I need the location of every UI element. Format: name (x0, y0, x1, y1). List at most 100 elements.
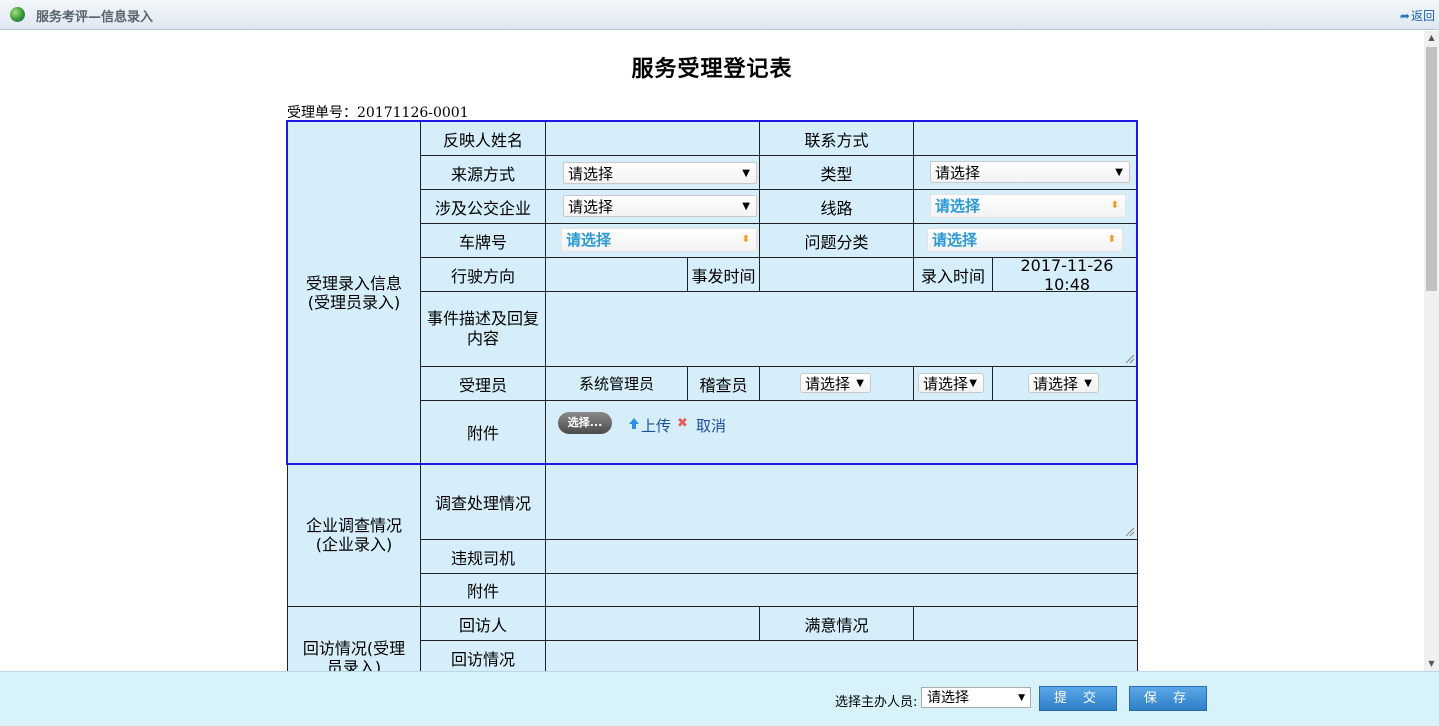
label-entry-time: 录入时间 (914, 258, 993, 292)
choose-file-button[interactable]: 选择... (558, 412, 612, 434)
upload-icon-stem (632, 424, 636, 429)
problem-category-cell: 请选择 ⬍ (914, 224, 1138, 258)
inspector-select-3-value: 请选择 (1033, 375, 1079, 393)
plate-select-value: 请选择 (566, 231, 612, 249)
label-satisfaction: 满意情况 (760, 607, 914, 641)
label-handler: 受理员 (421, 367, 546, 401)
caret-down-icon: ▼ (742, 201, 750, 212)
caret-down-icon: ▼ (856, 378, 864, 389)
label-route: 线路 (760, 190, 914, 224)
source-select[interactable]: 请选择 ▼ (563, 162, 757, 184)
back-label: 返回 (1410, 9, 1435, 23)
inspector-select-1-value: 请选择 (805, 375, 851, 393)
label-type: 类型 (760, 156, 914, 190)
contact-input[interactable] (914, 121, 1138, 156)
section-label-visit: 回访情况(受理员录入) (287, 607, 421, 671)
source-cell: 请选择 ▼ (546, 156, 760, 190)
window-titlebar: 服务考评—信息录入 ➦返回 (0, 0, 1439, 30)
company-cell: 请选择 ▼ (546, 190, 760, 224)
submit-button[interactable]: 提 交 (1039, 686, 1117, 711)
visit-status-input[interactable] (546, 641, 1138, 671)
caret-down-icon: ▼ (1115, 167, 1123, 178)
handler-value: 系统管理员 (546, 367, 688, 401)
investigation-textarea[interactable] (546, 464, 1138, 540)
updown-icon: ⬍ (741, 234, 750, 245)
section-label-accept: 受理录入信息(受理员录入) (287, 121, 421, 464)
route-select-value: 请选择 (935, 197, 981, 215)
host-person-select[interactable]: 请选择 ▼ (921, 687, 1031, 708)
caret-down-icon: ▼ (969, 378, 977, 389)
resize-grip-icon (1126, 355, 1134, 363)
label-incident-time: 事发时间 (688, 258, 760, 292)
globe-icon (10, 7, 25, 22)
label-company: 涉及公交企业 (421, 190, 546, 224)
incident-time-input[interactable] (760, 258, 914, 292)
label-inspector: 稽查员 (688, 367, 760, 401)
problem-category-select-value: 请选择 (932, 231, 978, 249)
resize-grip-icon (1126, 528, 1134, 536)
receipt-number: 受理单号：20171126-0001 (287, 105, 469, 121)
direction-input[interactable] (546, 258, 688, 292)
page-title: 服务受理登记表 (631, 56, 793, 82)
description-textarea-box (546, 292, 1136, 365)
label-plate: 车牌号 (421, 224, 546, 258)
scroll-down-icon[interactable]: ▼ (1424, 657, 1439, 671)
source-select-value: 请选择 (568, 165, 614, 183)
updown-icon: ⬍ (1107, 234, 1116, 245)
satisfaction-input[interactable] (914, 607, 1138, 641)
route-select[interactable]: 请选择 ⬍ (930, 194, 1126, 218)
section-accept-text: 受理录入信息(受理员录入) (305, 273, 402, 312)
label-reporter-name: 反映人姓名 (421, 121, 546, 156)
host-person-select-value: 请选择 (927, 690, 969, 706)
type-select[interactable]: 请选择 ▼ (930, 161, 1130, 183)
host-person-label: 选择主办人员: (835, 695, 918, 710)
inspector-select-2[interactable]: 请选择 ▼ (918, 373, 984, 393)
company-select[interactable]: 请选择 ▼ (563, 195, 757, 217)
scroll-up-icon[interactable]: ▲ (1424, 31, 1439, 45)
label-visit-status: 回访情况 (421, 641, 546, 671)
investigation-textarea-box (546, 464, 1136, 538)
label-attachment-2: 附件 (421, 574, 546, 607)
footer-bar: 选择主办人员: 请选择 ▼ 提 交 保 存 (0, 671, 1439, 726)
back-arrow-icon: ➦ (1399, 9, 1410, 23)
attachment-cell: 选择... 上传 ✖ 取消 (546, 401, 1138, 464)
violating-driver-input[interactable] (546, 540, 1138, 574)
type-cell: 请选择 ▼ (914, 156, 1138, 190)
inspector-select-1[interactable]: 请选择 ▼ (800, 373, 871, 393)
label-attachment: 附件 (421, 401, 546, 464)
label-contact: 联系方式 (760, 121, 914, 156)
cancel-icon: ✖ (677, 416, 688, 431)
problem-category-select[interactable]: 请选择 ⬍ (927, 228, 1123, 252)
description-textarea[interactable] (546, 292, 1138, 367)
scroll-thumb[interactable] (1426, 47, 1437, 291)
route-cell: 请选择 ⬍ (914, 190, 1138, 224)
save-button[interactable]: 保 存 (1129, 686, 1207, 711)
label-visitor: 回访人 (421, 607, 546, 641)
label-description: 事件描述及回复内容 (421, 292, 546, 367)
caret-down-icon: ▼ (1084, 378, 1092, 389)
upload-link[interactable]: 上传 (641, 415, 671, 436)
label-description-text: 事件描述及回复内容 (426, 309, 539, 348)
window-title: 服务考评—信息录入 (36, 10, 154, 25)
inspector-select-3[interactable]: 请选择 ▼ (1028, 373, 1099, 393)
label-problem-category: 问题分类 (760, 224, 914, 258)
inspector-cell-3: 请选择 ▼ (993, 367, 1138, 401)
updown-icon: ⬍ (1110, 200, 1119, 211)
content-area: 服务受理登记表 受理单号：20171126-0001 受理录入信息(受理员录入)… (0, 31, 1424, 671)
vertical-scrollbar[interactable]: ▲ ▼ (1424, 31, 1439, 671)
plate-select[interactable]: 请选择 ⬍ (561, 228, 757, 252)
reporter-name-input[interactable] (546, 121, 760, 156)
plate-cell: 请选择 ⬍ (546, 224, 760, 258)
label-violating-driver: 违规司机 (421, 540, 546, 574)
back-button[interactable]: ➦返回 (1400, 7, 1435, 24)
caret-down-icon: ▼ (742, 168, 750, 179)
section-label-enterprise: 企业调查情况(企业录入) (287, 464, 421, 607)
attachment-2-cell[interactable] (546, 574, 1138, 607)
visitor-input[interactable] (546, 607, 760, 641)
section-enterprise-text: 企业调查情况(企业录入) (305, 516, 402, 554)
cancel-link[interactable]: 取消 (696, 415, 726, 436)
label-source: 来源方式 (421, 156, 546, 190)
entry-time-value: 2017-11-26 10:48 (993, 256, 1138, 294)
label-direction: 行驶方向 (421, 258, 546, 292)
label-investigation: 调查处理情况 (421, 464, 546, 540)
